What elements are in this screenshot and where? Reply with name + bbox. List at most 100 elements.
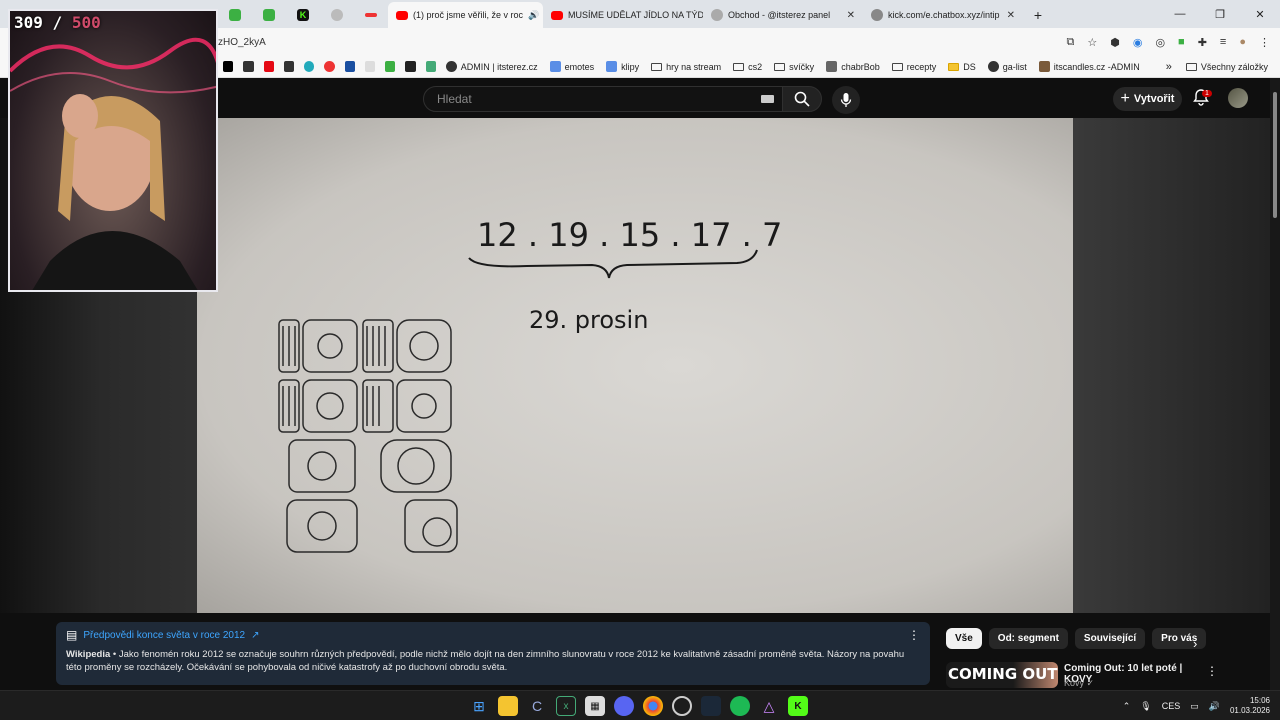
bookmark-icon[interactable] (385, 61, 396, 72)
extension-icon[interactable]: ◉ (1133, 36, 1143, 49)
star-icon[interactable]: ☆ (1087, 36, 1097, 49)
bookmark-galist[interactable]: ga-list (987, 61, 1027, 72)
webcam-overlay (8, 9, 218, 292)
volume-icon[interactable]: 🔊 (1209, 701, 1220, 712)
app-icon[interactable]: ▦ (585, 696, 605, 716)
bookmark-icon[interactable] (364, 61, 376, 72)
pinned-tab[interactable] (320, 2, 354, 28)
tab-youtube-active[interactable]: (1) proč jsme věřili, že v roc 🔊 ✕ (388, 2, 543, 28)
keyboard-icon[interactable] (761, 95, 774, 103)
chrome-icon[interactable] (643, 696, 663, 716)
search-placeholder: Hledat (437, 92, 472, 106)
app-icon[interactable]: x (556, 696, 576, 716)
bookmark-admin[interactable]: ADMIN | itsterez.cz (445, 61, 538, 72)
menu-icon[interactable]: ⋮ (1259, 36, 1270, 49)
bookmark-label: emotes (564, 61, 595, 72)
pinned-tab[interactable] (354, 2, 388, 28)
system-tray: ⌃ 🎙 CES ▭ 🔊 15:06 01.03.2026 (1123, 696, 1270, 716)
bookmark-icon[interactable] (283, 61, 295, 72)
extension-icon[interactable]: ⬢ (1110, 36, 1120, 49)
long-count-numbers: 12 . 19 . 15 . 17 . 7 (477, 216, 782, 254)
search-input[interactable]: Hledat (423, 86, 784, 112)
voice-search-button[interactable] (832, 86, 860, 114)
close-window-icon[interactable]: ✕ (1240, 0, 1280, 28)
bookmark-icon[interactable] (243, 61, 254, 72)
search-icon (794, 91, 810, 107)
globe-icon (871, 9, 883, 21)
language-indicator[interactable]: CES (1162, 701, 1181, 711)
bookmark-klipy[interactable]: klipy (606, 61, 639, 72)
cast-icon[interactable]: ⧉ (1066, 36, 1074, 49)
bookmark-label: cs2 (748, 61, 763, 72)
network-icon[interactable]: ▭ (1190, 701, 1199, 712)
minimize-icon[interactable]: — (1160, 0, 1200, 28)
app-icon[interactable] (672, 696, 692, 716)
pinned-tab[interactable] (252, 2, 286, 28)
bookmark-icon[interactable] (304, 61, 315, 72)
bookmark-label: itscandles.cz -ADMIN (1053, 61, 1140, 72)
more-bookmarks-icon[interactable]: » (1166, 61, 1172, 73)
puzzle-icon[interactable]: ✚ (1198, 36, 1207, 49)
tab-shop[interactable]: Obchod - @itsterez panel ✕ (703, 2, 863, 28)
extension-icon[interactable]: ◎ (1155, 36, 1165, 49)
url-field[interactable]: zHO_2kyA (218, 37, 266, 48)
bookmark-icon[interactable] (324, 61, 335, 72)
app-icon[interactable]: △ (759, 696, 779, 716)
profile-icon[interactable]: ● (1239, 36, 1246, 48)
tab-chatbox[interactable]: kick.com/e.chatbox.xyz/intip ✕ (863, 2, 1023, 28)
bookmark-chabrbob[interactable]: chabrBob (826, 61, 880, 72)
maximize-icon[interactable]: ❐ (1200, 0, 1240, 28)
discord-icon[interactable] (614, 696, 634, 716)
microphone-icon[interactable]: 🎙 (1140, 701, 1151, 712)
avatar[interactable] (1228, 88, 1248, 108)
close-icon[interactable]: ✕ (1007, 10, 1015, 21)
info-title-row[interactable]: ▤ Předpovědi konce světa v roce 2012 ↗ (66, 628, 920, 642)
bookmark-folder-hry[interactable]: hry na stream (651, 62, 721, 72)
steam-icon[interactable] (701, 696, 721, 716)
bookmark-icon[interactable] (405, 61, 416, 72)
close-icon[interactable]: ✕ (847, 10, 855, 21)
stream-counter: 309 / 500 (14, 13, 101, 32)
chevron-right-icon[interactable]: › (1193, 636, 1197, 651)
app-icon[interactable]: C (527, 696, 547, 716)
page-scrollbar[interactable] (1270, 78, 1280, 690)
scrollbar-thumb[interactable] (1273, 92, 1277, 218)
pinned-tab[interactable] (218, 2, 252, 28)
clock[interactable]: 15:06 01.03.2026 (1230, 696, 1270, 716)
netflix-icon[interactable] (263, 61, 274, 72)
bookmark-itscandles[interactable]: itscandles.cz -ADMIN (1038, 61, 1140, 72)
bookmark-folder-svicky[interactable]: svíčky (774, 62, 814, 72)
chip-all[interactable]: Vše (946, 628, 982, 649)
bookmark-ds[interactable]: DS (948, 62, 976, 72)
search-button[interactable] (782, 86, 822, 112)
more-icon[interactable]: ⋮ (908, 628, 920, 642)
x-icon[interactable] (223, 61, 234, 72)
more-icon[interactable]: ⋮ (1206, 664, 1218, 678)
media-icon[interactable]: ≡ (1220, 36, 1226, 48)
create-button[interactable]: + Vytvořit (1113, 87, 1182, 111)
context-info-panel: ▤ Předpovědi konce světa v roce 2012 ↗ ⋮… (56, 622, 930, 685)
recommended-video[interactable]: COMING OUT Coming Out: 10 let poté | KOV… (946, 662, 1218, 690)
chip-related[interactable]: Související (1074, 628, 1146, 649)
bookmark-emotes[interactable]: emotes (549, 61, 595, 72)
tab-youtube[interactable]: MUSÍME UDĚLAT JÍDLO NA TÝD ✕ (543, 2, 703, 28)
bookmark-folder-recepty[interactable]: recepty (891, 62, 936, 72)
video-thumbnail[interactable]: COMING OUT (946, 662, 1058, 688)
bookmark-folder-cs2[interactable]: cs2 (733, 62, 762, 72)
kick-icon[interactable]: K (788, 696, 808, 716)
windows-start-icon[interactable]: ⊞ (469, 696, 489, 716)
extension-icon[interactable]: ■ (1178, 36, 1185, 48)
chip-from-segment[interactable]: Od: segment (988, 628, 1068, 649)
paypal-icon[interactable] (344, 61, 355, 72)
sl-icon (549, 61, 561, 72)
bookmark-icon[interactable] (425, 61, 436, 72)
pinned-tab-kick[interactable]: K (286, 2, 320, 28)
chevron-up-icon[interactable]: ⌃ (1123, 701, 1131, 712)
speaker-icon[interactable]: 🔊 (528, 10, 539, 21)
all-bookmarks[interactable]: Všechny záložky (1185, 62, 1268, 72)
spotify-icon[interactable] (730, 696, 750, 716)
file-explorer-icon[interactable] (498, 696, 518, 716)
channel-name[interactable]: Kovy ✓ (1064, 678, 1094, 689)
new-tab-button[interactable]: + (1023, 2, 1053, 28)
chip-for-you[interactable]: Pro vás (1152, 628, 1207, 649)
